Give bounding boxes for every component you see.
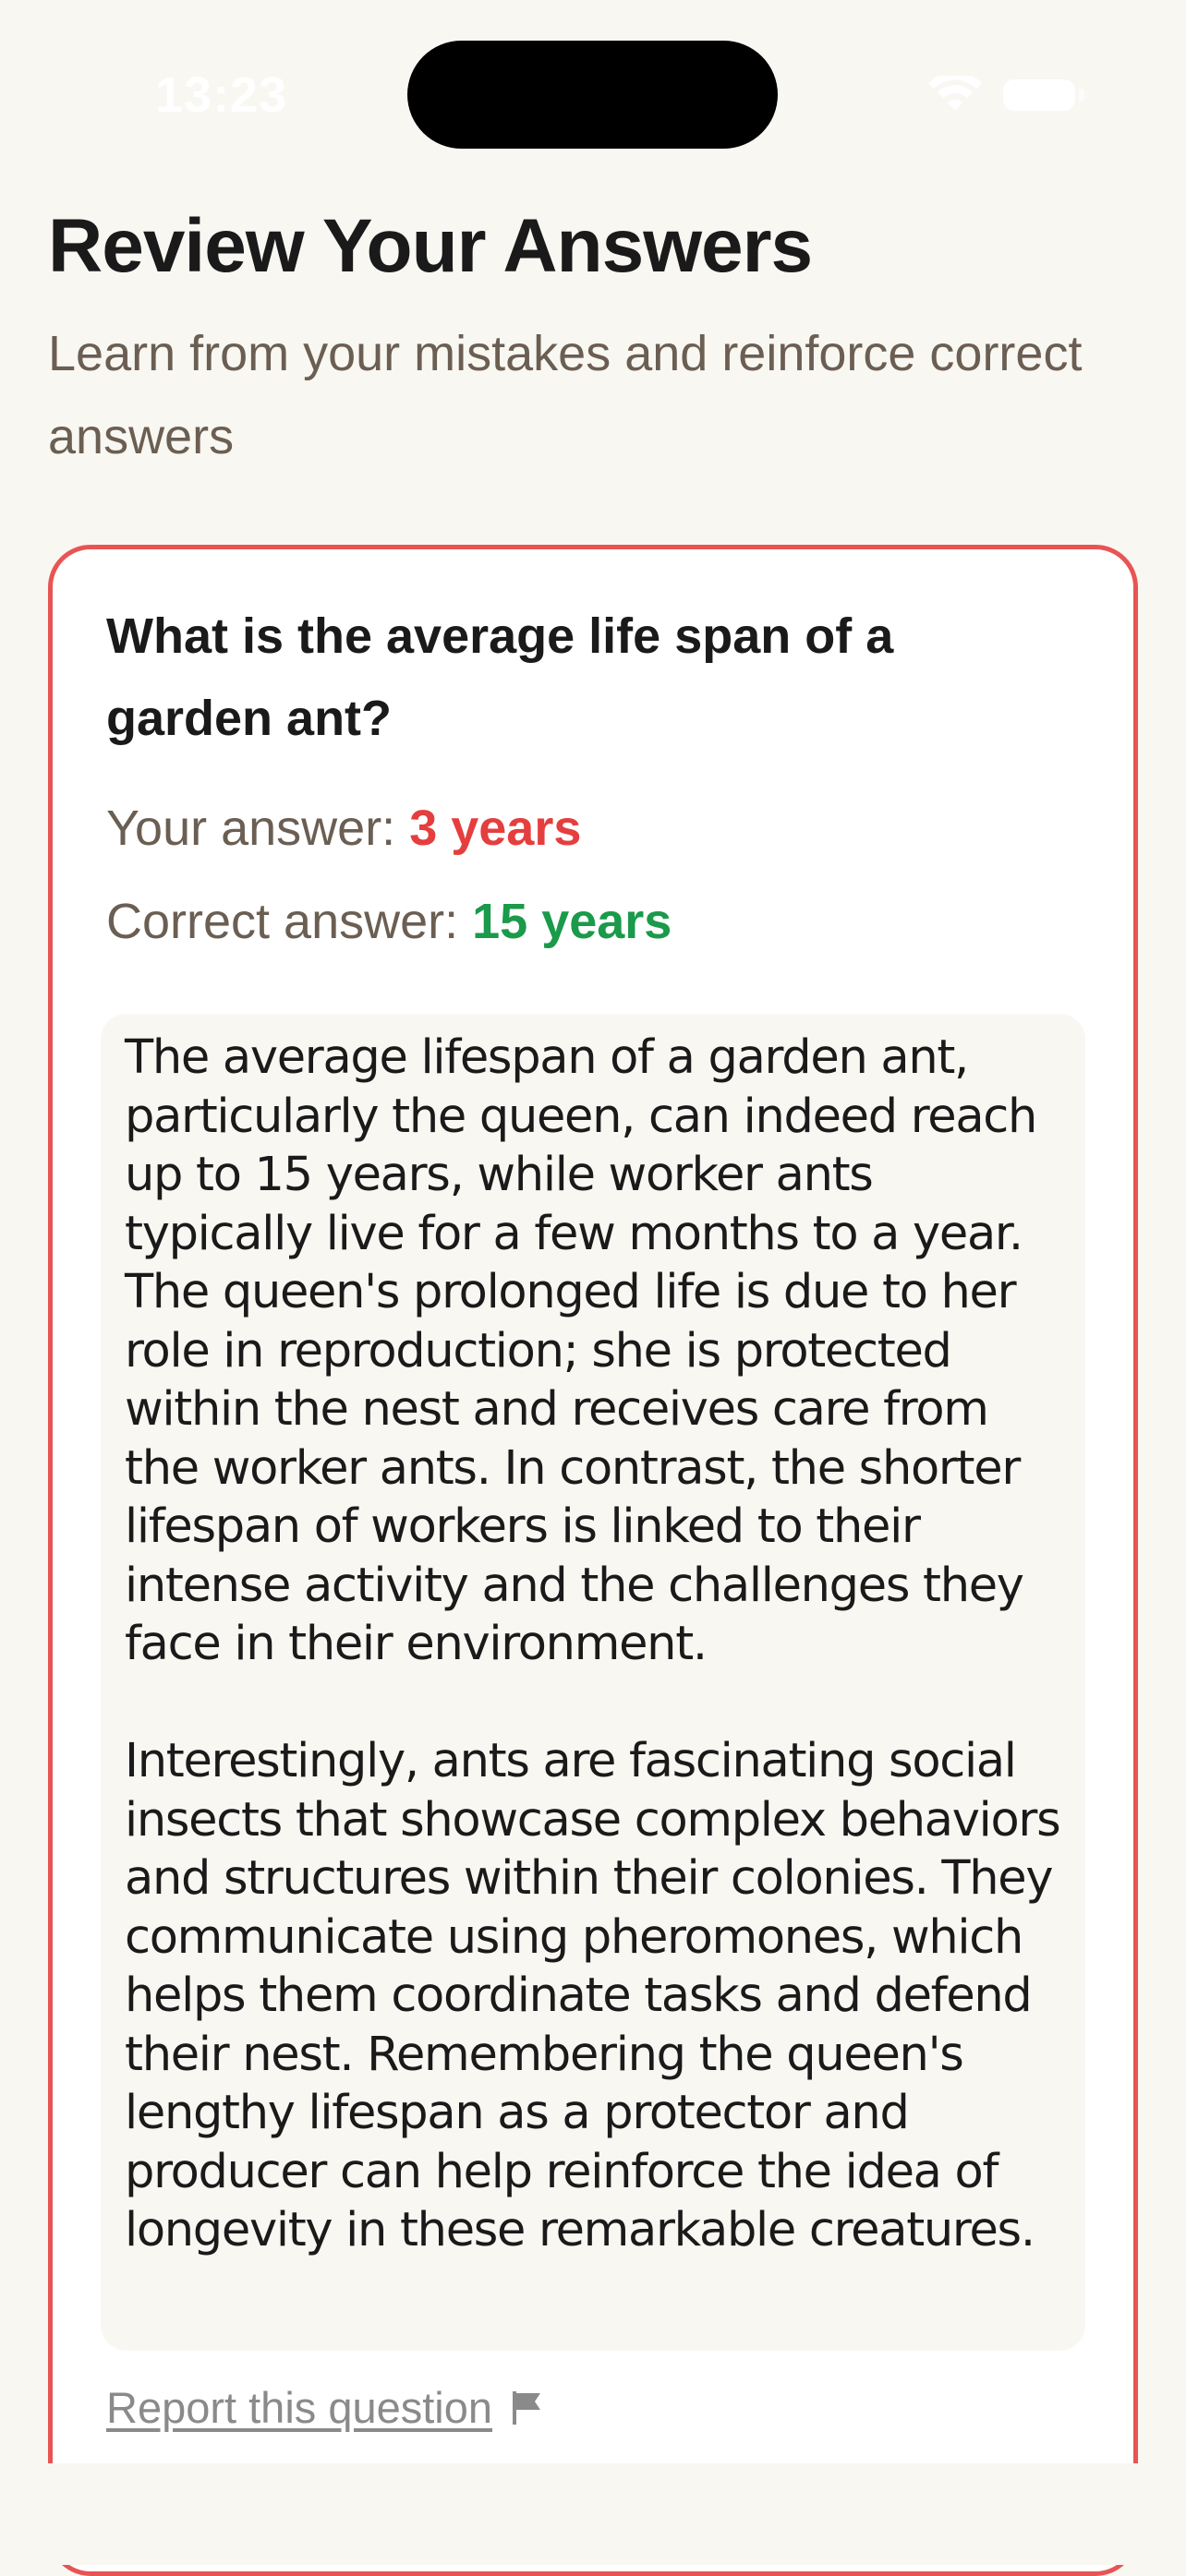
explanation-paragraph: The average lifespan of a garden ant, pa… <box>125 1030 1037 1671</box>
bottom-safe-area <box>0 2463 1186 2565</box>
flag-icon[interactable] <box>509 2389 546 2426</box>
page-subtitle: Learn from your mistakes and reinforce c… <box>48 326 1083 464</box>
your-answer-value: 3 years <box>409 800 582 856</box>
status-time: 13:23 <box>155 67 288 123</box>
status-bar: 13:23 <box>0 0 1186 185</box>
battery-tip <box>1079 89 1084 102</box>
dynamic-island <box>407 41 778 149</box>
your-answer-label: Your answer: <box>106 800 410 856</box>
correct-answer-row: Correct answer: 15 years <box>106 889 672 954</box>
explanation-box: The average lifespan of a garden ant, pa… <box>101 1014 1085 2351</box>
correct-answer-label: Correct answer: <box>106 894 473 949</box>
report-question-link[interactable]: Report this question <box>106 2382 546 2433</box>
report-question-label[interactable]: Report this question <box>106 2382 492 2433</box>
page-title: Review Your Answers <box>48 204 813 288</box>
review-card: What is the average life span of a garde… <box>48 545 1138 2576</box>
wifi-icon <box>928 76 982 111</box>
question-text: What is the average life span of a garde… <box>106 608 894 746</box>
battery-icon <box>1003 79 1075 111</box>
your-answer-row: Your answer: 3 years <box>106 796 581 861</box>
explanation-paragraph: Interestingly, ants are fascinating soci… <box>125 1734 1061 2257</box>
correct-answer-value: 15 years <box>472 894 672 949</box>
